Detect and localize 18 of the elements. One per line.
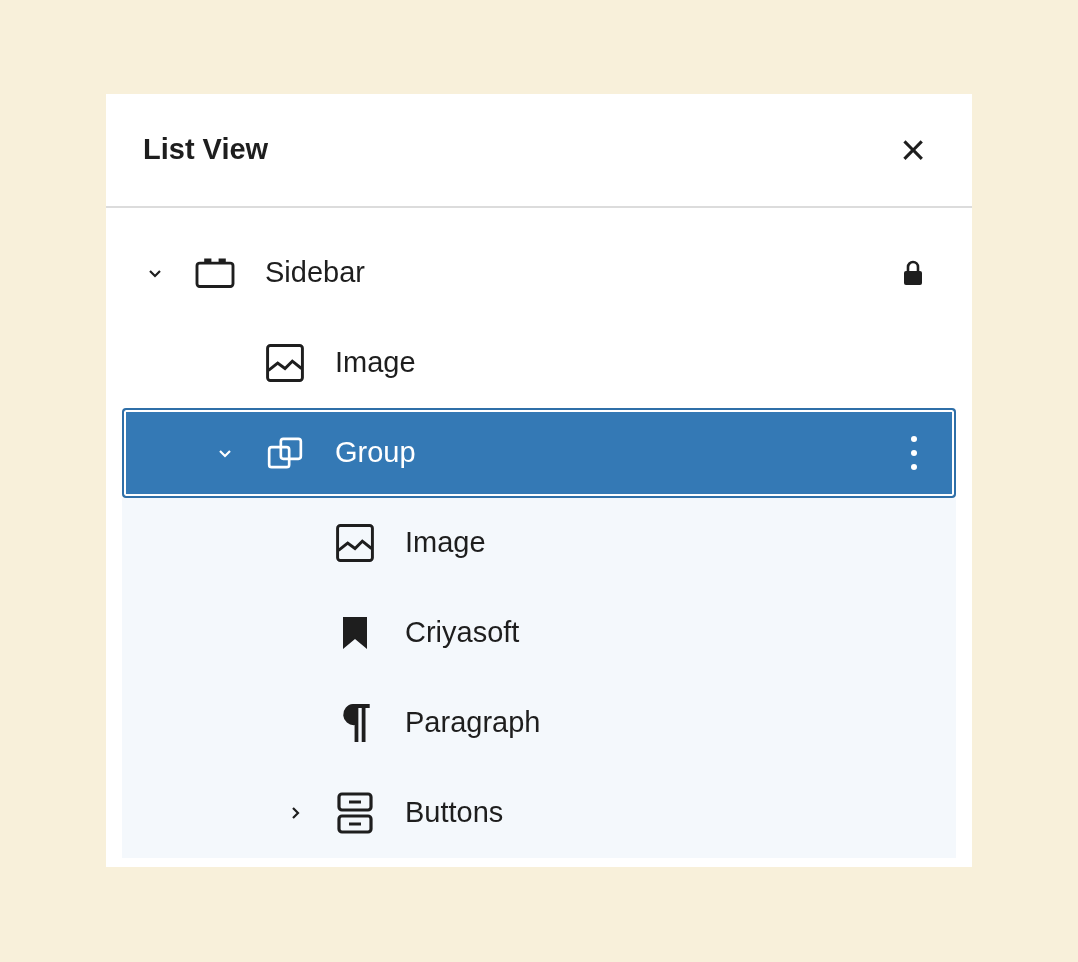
tree-row[interactable]: Group — [122, 408, 956, 498]
block-label: Buttons — [405, 795, 504, 831]
close-button[interactable]: × — [891, 128, 935, 172]
block-label: Sidebar — [265, 255, 365, 291]
more-options-icon[interactable] — [910, 435, 918, 471]
tree-row[interactable]: Image — [122, 498, 956, 588]
panel-title: List View — [143, 132, 269, 168]
tree-row[interactable]: Criyasoft — [122, 588, 956, 678]
image-icon — [263, 341, 307, 385]
block-label: Group — [335, 435, 416, 471]
tree-row[interactable]: Paragraph — [122, 678, 956, 768]
block-label: Image — [335, 345, 416, 381]
block-label: Criyasoft — [405, 615, 520, 651]
block-label: Paragraph — [405, 705, 541, 741]
buttons-icon — [335, 791, 375, 835]
tree-row[interactable]: Buttons — [122, 768, 956, 858]
image-icon — [333, 521, 377, 565]
block-label: Image — [405, 525, 486, 561]
